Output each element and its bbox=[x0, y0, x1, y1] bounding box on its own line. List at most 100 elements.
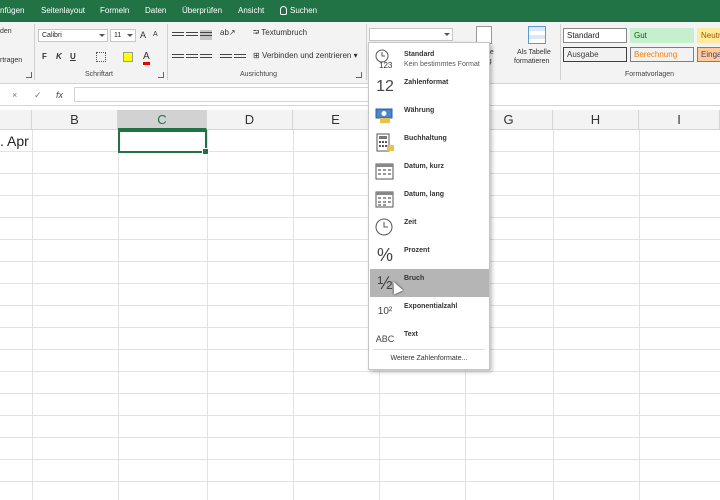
menu-item-label: Zeit bbox=[404, 219, 417, 226]
cell-style-good[interactable]: Gut bbox=[630, 28, 694, 43]
cell-style-neutral[interactable]: Neutr bbox=[697, 28, 720, 43]
calendar-long-icon bbox=[374, 189, 396, 209]
svg-text:123: 123 bbox=[379, 61, 393, 69]
align-left-icon[interactable] bbox=[172, 52, 184, 62]
tab-data[interactable]: Daten bbox=[145, 6, 166, 15]
format-as-table-label[interactable]: Als Tabelle bbox=[517, 49, 551, 56]
font-group-label: Schriftart bbox=[85, 71, 114, 78]
cancel-icon[interactable]: × bbox=[12, 90, 17, 100]
column-header-e[interactable]: E bbox=[293, 110, 379, 130]
fill-color-icon[interactable] bbox=[123, 52, 133, 62]
align-middle-icon[interactable] bbox=[186, 30, 198, 40]
menu-item-label: Zahlenformat bbox=[404, 79, 449, 86]
font-color-icon[interactable]: A bbox=[143, 51, 150, 65]
menu-item-number[interactable]: 12 Zahlenformat bbox=[370, 73, 489, 101]
gridline bbox=[207, 130, 208, 500]
menu-item-currency[interactable]: Währung bbox=[370, 101, 489, 129]
cell-style-input[interactable]: Einga bbox=[697, 47, 720, 62]
number-format-combo[interactable] bbox=[369, 28, 453, 41]
menu-item-label: Buchhaltung bbox=[404, 135, 447, 142]
merge-center-label: Verbinden und zentrieren bbox=[261, 51, 352, 60]
menu-item-label: Datum, kurz bbox=[404, 163, 445, 170]
menu-item-label: Exponentialzahl bbox=[404, 303, 458, 310]
format-as-table-icon[interactable] bbox=[528, 26, 546, 44]
group-divider bbox=[34, 24, 35, 80]
column-header-c[interactable]: C bbox=[118, 110, 207, 130]
scientific-icon: 10² bbox=[377, 305, 393, 317]
accounting-icon bbox=[374, 133, 396, 153]
worksheet-grid[interactable] bbox=[0, 130, 720, 500]
shrink-font-button[interactable]: A bbox=[153, 31, 158, 38]
menu-divider bbox=[373, 349, 485, 350]
menu-item-time[interactable]: Zeit bbox=[370, 213, 489, 241]
ribbon: den rtragen Calibri 11 A A F K U A Schri… bbox=[0, 22, 720, 84]
menu-item-percent[interactable]: % Prozent bbox=[370, 241, 489, 269]
tab-insert[interactable]: nfügen bbox=[0, 6, 24, 15]
column-header-b[interactable]: B bbox=[32, 110, 118, 130]
increase-indent-icon[interactable] bbox=[234, 52, 246, 62]
font-name-combo[interactable]: Calibri bbox=[38, 29, 108, 42]
format-painter-label[interactable]: rtragen bbox=[0, 57, 22, 64]
wrap-text-button[interactable]: ⮒ Textumbruch bbox=[253, 27, 307, 41]
borders-icon[interactable] bbox=[96, 52, 106, 62]
search-label: Suchen bbox=[290, 6, 318, 15]
menu-item-label: Datum, lang bbox=[404, 191, 445, 198]
cell-style-calculation[interactable]: Berechnung bbox=[630, 47, 694, 62]
column-header-d[interactable]: D bbox=[207, 110, 293, 130]
gridline bbox=[639, 130, 640, 500]
cell-style-output[interactable]: Ausgabe bbox=[563, 47, 627, 62]
column-header-row: B C D E F G H I bbox=[0, 110, 720, 130]
tab-formulas[interactable]: Formeln bbox=[100, 6, 129, 15]
gridline bbox=[118, 130, 119, 500]
italic-button[interactable]: K bbox=[56, 52, 62, 61]
menu-item-standard[interactable]: 123 Standard Kein bestimmtes Format bbox=[370, 45, 489, 73]
styles-group-label: Formatvorlagen bbox=[625, 71, 675, 78]
merge-center-button[interactable]: ⊞ Verbinden und zentrieren ▾ bbox=[253, 51, 358, 60]
column-header-i[interactable]: I bbox=[639, 110, 720, 130]
align-top-icon[interactable] bbox=[172, 30, 184, 40]
font-launcher-icon[interactable] bbox=[158, 72, 164, 78]
align-right-icon[interactable] bbox=[200, 52, 212, 62]
lightbulb-icon bbox=[280, 6, 287, 15]
menu-item-date-long[interactable]: Datum, lang bbox=[370, 185, 489, 213]
orientation-icon[interactable]: ab↗ bbox=[220, 28, 236, 37]
formula-input[interactable] bbox=[74, 87, 370, 102]
grow-font-button[interactable]: A bbox=[140, 30, 146, 40]
alignment-group-label: Ausrichtung bbox=[240, 71, 277, 78]
tab-view[interactable]: Ansicht bbox=[238, 6, 264, 15]
format-as-table-label-2[interactable]: formatieren bbox=[514, 58, 549, 65]
underline-button[interactable]: U bbox=[70, 52, 76, 61]
align-bottom-icon[interactable] bbox=[200, 30, 212, 40]
clipboard-launcher-icon[interactable] bbox=[26, 72, 32, 78]
ribbon-tab-bar: nfügen Seitenlayout Formeln Daten Überpr… bbox=[0, 0, 720, 22]
insert-function-icon[interactable]: fx bbox=[56, 90, 63, 100]
decrease-indent-icon[interactable] bbox=[220, 52, 232, 62]
cell-a1-value[interactable]: . Apr bbox=[0, 133, 29, 149]
alignment-launcher-icon[interactable] bbox=[356, 72, 362, 78]
menu-item-label: Text bbox=[404, 331, 418, 338]
menu-item-label: Prozent bbox=[404, 247, 430, 254]
clipboard-paste-label[interactable]: den bbox=[0, 28, 12, 35]
calendar-short-icon bbox=[374, 161, 396, 181]
bold-button[interactable]: F bbox=[42, 52, 47, 61]
menu-item-date-short[interactable]: Datum, kurz bbox=[370, 157, 489, 185]
more-number-formats-link[interactable]: Weitere Zahlenformate... bbox=[369, 355, 489, 362]
formula-bar: × ✓ fx bbox=[0, 84, 720, 106]
menu-item-label: Bruch bbox=[404, 275, 425, 282]
tab-search[interactable]: Suchen bbox=[280, 6, 317, 15]
tab-page-layout[interactable]: Seitenlayout bbox=[41, 6, 85, 15]
menu-item-accounting[interactable]: Buchhaltung bbox=[370, 129, 489, 157]
percent-icon: % bbox=[376, 244, 393, 265]
cell-style-standard[interactable]: Standard bbox=[563, 28, 627, 43]
font-name-value: Calibri bbox=[42, 32, 62, 39]
menu-item-scientific[interactable]: 10² Exponentialzahl bbox=[370, 297, 489, 325]
column-header-h[interactable]: H bbox=[553, 110, 639, 130]
column-header-a[interactable] bbox=[0, 110, 32, 130]
active-cell-c1[interactable] bbox=[118, 130, 209, 155]
group-divider bbox=[167, 24, 168, 80]
tab-review[interactable]: Überprüfen bbox=[182, 6, 222, 15]
align-center-icon[interactable] bbox=[186, 52, 198, 62]
chevron-down-icon: ▾ bbox=[351, 51, 358, 60]
font-size-combo[interactable]: 11 bbox=[110, 29, 136, 42]
enter-icon[interactable]: ✓ bbox=[34, 90, 42, 101]
